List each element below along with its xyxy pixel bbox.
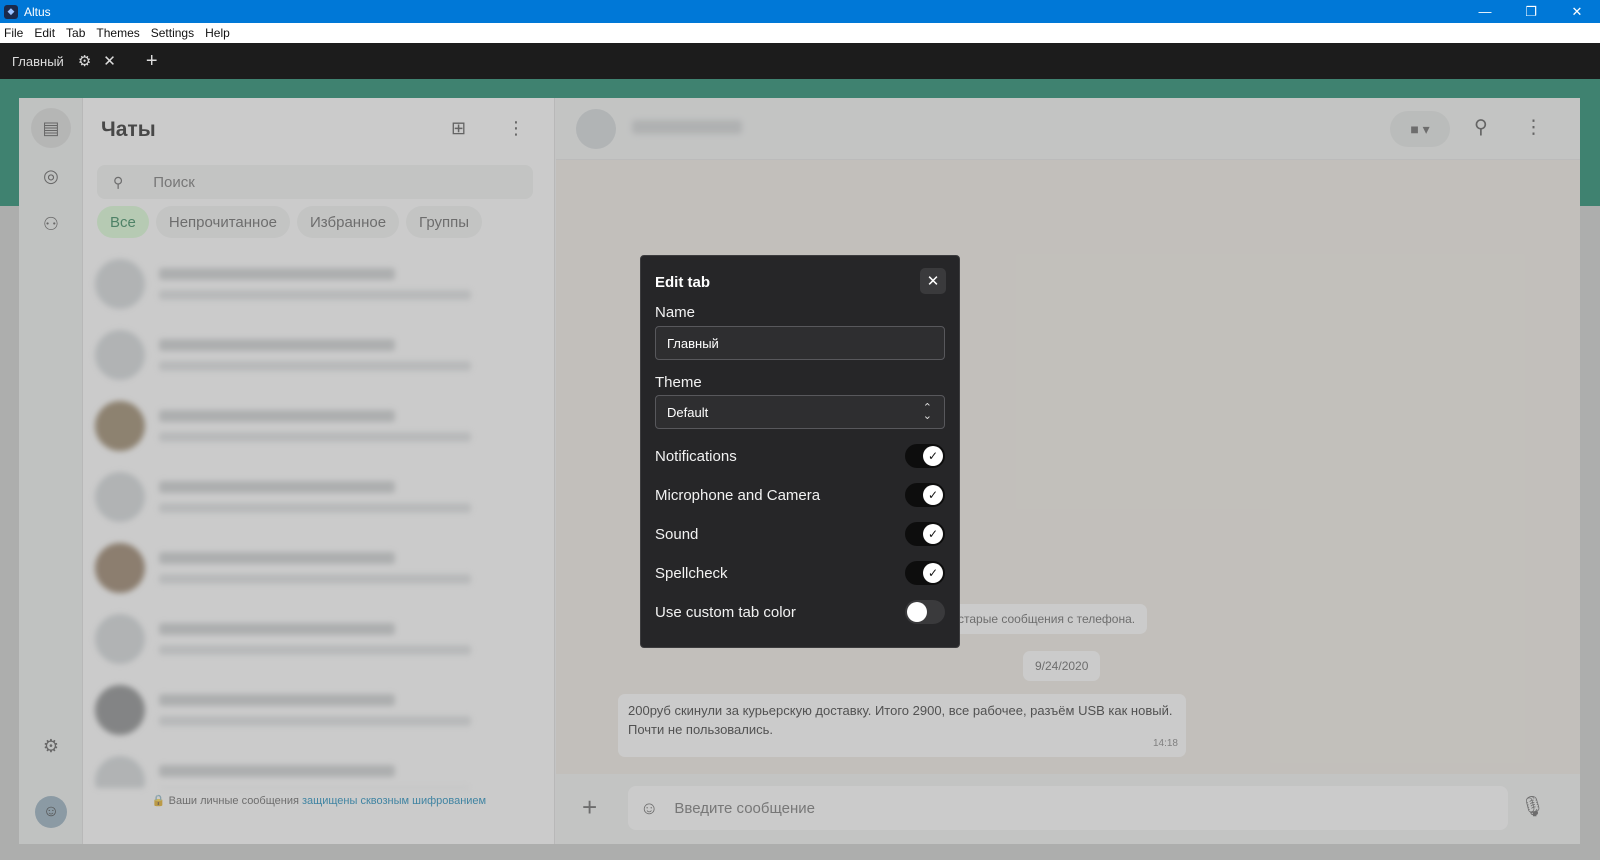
tab-label: Главный — [12, 53, 64, 69]
sound-toggle[interactable]: ✓ — [905, 522, 945, 546]
close-icon[interactable]: ✕ — [920, 268, 946, 294]
custom-color-label: Use custom tab color — [655, 603, 796, 621]
gear-icon[interactable]: ⚙ — [78, 52, 91, 70]
title-bar: ◆ Altus — ❐ ✕ — [0, 0, 1600, 23]
menu-edit[interactable]: Edit — [34, 26, 55, 40]
toggle-row-mic-camera: Microphone and Camera ✓ — [655, 481, 945, 509]
toggle-row-spellcheck: Spellcheck ✓ — [655, 559, 945, 587]
mic-camera-label: Microphone and Camera — [655, 486, 821, 504]
sound-label: Sound — [655, 525, 699, 543]
app-logo-icon: ◆ — [4, 4, 18, 19]
close-tab-icon[interactable]: ✕ — [103, 52, 116, 70]
spellcheck-label: Spellcheck — [655, 564, 728, 582]
name-label: Name — [655, 304, 696, 321]
menu-settings[interactable]: Settings — [151, 26, 194, 40]
edit-tab-dialog: Edit tab ✕ Name Главный Theme Default ⌃ ⌄… — [640, 255, 960, 648]
add-tab-icon[interactable]: + — [146, 50, 158, 73]
toggle-row-sound: Sound ✓ — [655, 520, 945, 548]
minimize-icon[interactable]: — — [1462, 0, 1508, 23]
window-title: Altus — [24, 4, 51, 19]
dialog-title: Edit tab — [655, 274, 710, 291]
chevron-up-down-icon: ⌃ ⌄ — [922, 402, 932, 422]
check-icon: ✓ — [923, 563, 943, 583]
toggle-row-custom-color: Use custom tab color — [655, 598, 945, 626]
spellcheck-toggle[interactable]: ✓ — [905, 561, 945, 585]
name-input[interactable]: Главный — [655, 326, 945, 360]
mic-camera-toggle[interactable]: ✓ — [905, 483, 945, 507]
menu-bar: File Edit Tab Themes Settings Help — [0, 23, 1600, 43]
theme-label: Theme — [655, 374, 702, 391]
notifications-label: Notifications — [655, 447, 737, 465]
check-icon: ✓ — [923, 524, 943, 544]
menu-help[interactable]: Help — [205, 26, 230, 40]
window-controls: — ❐ ✕ — [1462, 0, 1600, 23]
menu-tab[interactable]: Tab — [66, 26, 85, 40]
maximize-icon[interactable]: ❐ — [1508, 0, 1554, 23]
custom-color-toggle[interactable] — [905, 600, 945, 624]
check-icon: ✓ — [923, 485, 943, 505]
notifications-toggle[interactable]: ✓ — [905, 444, 945, 468]
theme-value: Default — [667, 404, 709, 420]
tab-bar: Главный ⚙ ✕ + — [0, 43, 1600, 79]
close-window-icon[interactable]: ✕ — [1554, 0, 1600, 23]
toggle-row-notifications: Notifications ✓ — [655, 442, 945, 470]
menu-file[interactable]: File — [4, 26, 23, 40]
tab-main[interactable]: Главный ⚙ ✕ — [0, 43, 138, 79]
menu-themes[interactable]: Themes — [96, 26, 139, 40]
theme-select[interactable]: Default ⌃ ⌄ — [655, 395, 945, 429]
check-icon: ✓ — [923, 446, 943, 466]
